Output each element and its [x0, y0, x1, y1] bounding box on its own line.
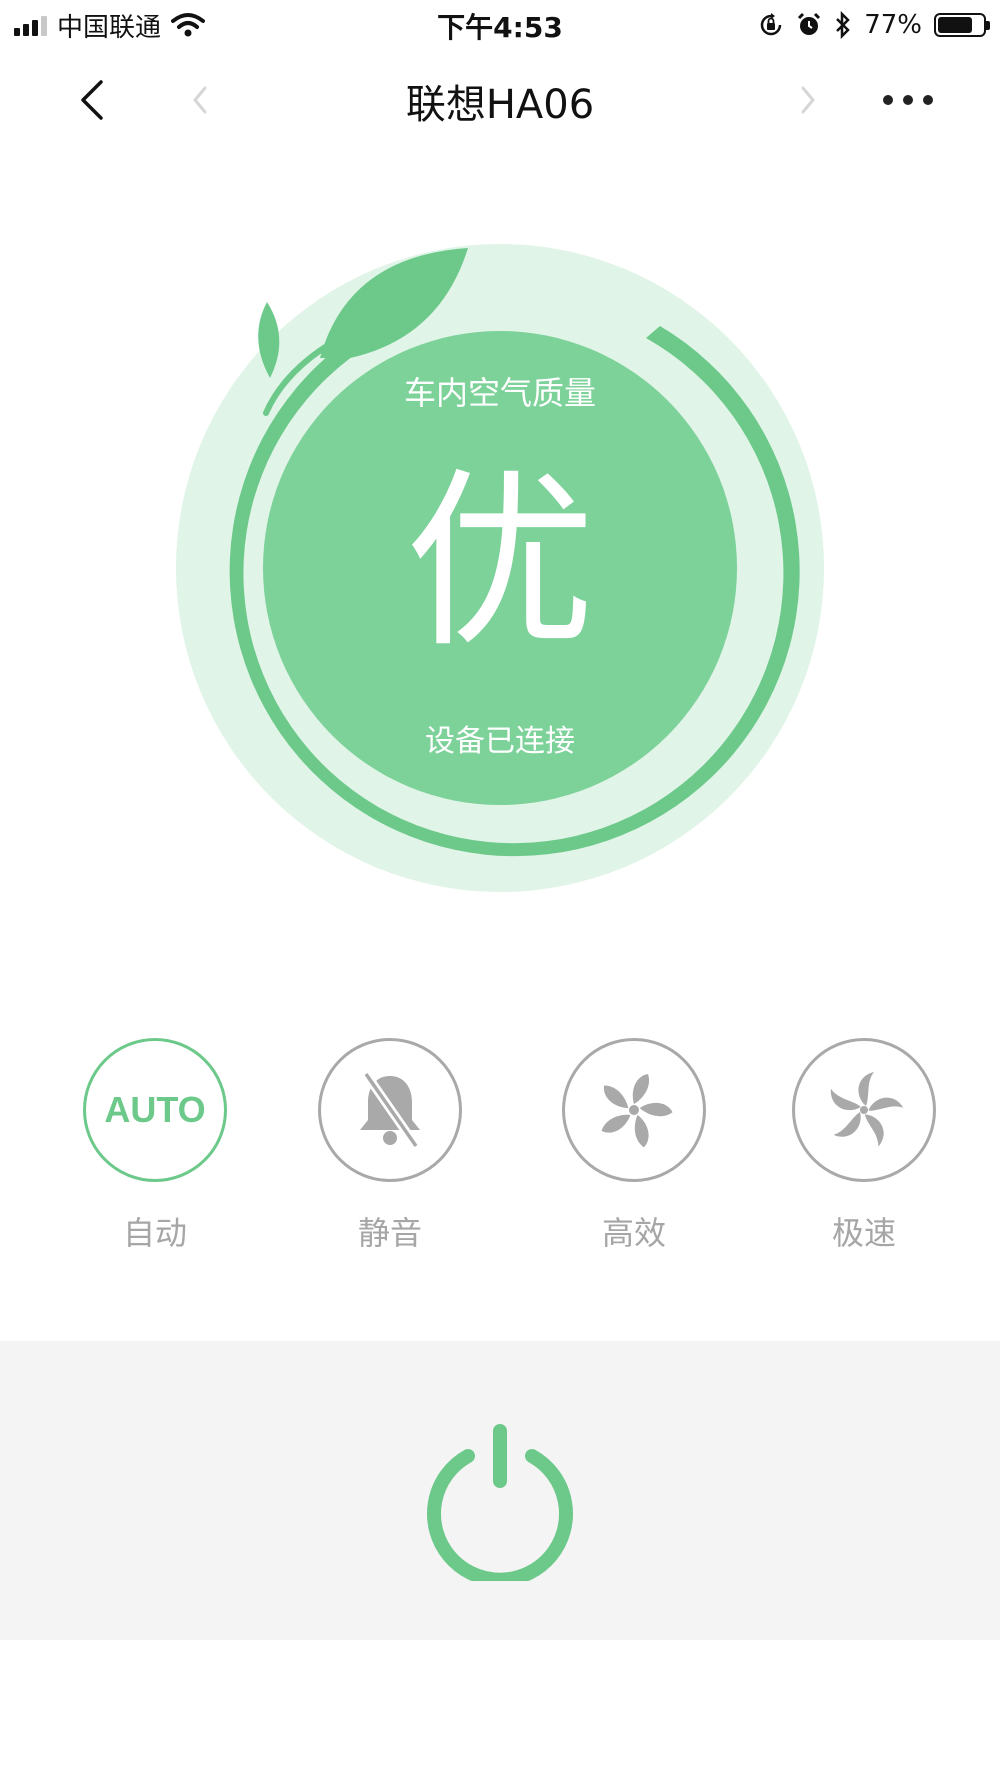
rotation-lock-icon	[760, 13, 782, 36]
page-title: 联想HA06	[405, 82, 595, 128]
mode-mute-label: 静音	[357, 1214, 422, 1252]
mode-efficient-button[interactable]: 高效	[554, 1038, 714, 1254]
power-button[interactable]	[420, 1421, 580, 1581]
mode-efficient-circle	[562, 1038, 706, 1182]
more-icon	[883, 95, 933, 105]
mode-selector: AUTO 自动 静音 高效 极速	[0, 1038, 1000, 1258]
mode-turbo-button[interactable]: 极速	[784, 1038, 944, 1254]
power-icon	[427, 1424, 573, 1581]
turbo-fan-icon	[830, 1072, 904, 1147]
next-icon	[801, 86, 815, 114]
mode-mute-button[interactable]: 静音	[310, 1038, 470, 1254]
status-bar: 中国联通 下午4:53 77%	[0, 0, 1000, 50]
nav-bar: 联想HA06	[0, 50, 1000, 150]
battery-fill	[938, 17, 972, 33]
status-right: 77%	[758, 8, 990, 42]
mode-turbo-circle	[792, 1038, 936, 1182]
mode-mute-circle	[318, 1038, 462, 1182]
next-button[interactable]	[778, 70, 838, 130]
alarm-icon	[798, 12, 821, 35]
battery-percent: 77%	[864, 10, 922, 40]
bluetooth-icon	[836, 11, 850, 39]
power-panel	[0, 1341, 1000, 1640]
mode-auto-button[interactable]: AUTO 自动	[75, 1038, 235, 1254]
air-quality-panel: 车内空气质量 优 设备已连接	[170, 238, 830, 898]
connection-status: 设备已连接	[425, 724, 575, 759]
mode-efficient-label: 高效	[601, 1214, 666, 1252]
mute-bell-icon	[360, 1071, 420, 1149]
air-quality-label: 车内空气质量	[403, 374, 596, 412]
mode-turbo-label: 极速	[831, 1214, 896, 1252]
fan-icon	[601, 1074, 673, 1148]
auto-icon-text: AUTO	[104, 1089, 206, 1130]
battery-icon	[934, 13, 990, 37]
air-quality-value: 优	[404, 452, 595, 673]
more-button[interactable]	[878, 70, 938, 130]
mode-auto-label: 自动	[122, 1214, 187, 1252]
auto-icon: AUTO	[83, 1038, 227, 1182]
